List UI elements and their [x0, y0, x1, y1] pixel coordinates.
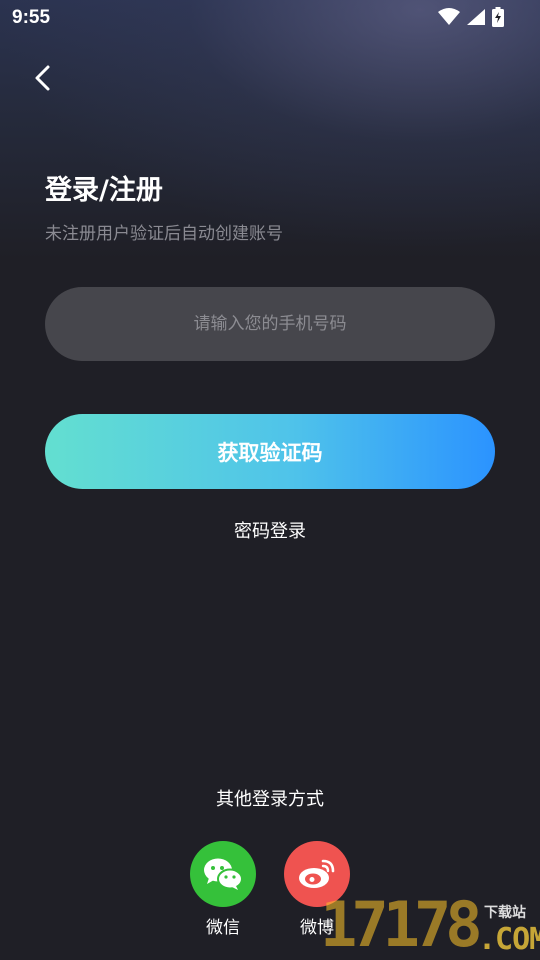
watermark-small-text: 下载站 — [484, 905, 526, 921]
get-code-button[interactable]: 获取验证码 — [45, 414, 495, 489]
page-subtitle: 未注册用户验证后自动创建账号 — [45, 224, 283, 244]
wifi-icon — [438, 8, 460, 30]
battery-icon — [492, 7, 504, 31]
watermark-logo: 17178 下载站 .COM — [318, 892, 540, 960]
wechat-label: 微信 — [206, 918, 240, 938]
watermark-suffix: .COM — [478, 922, 540, 957]
weibo-icon — [299, 859, 335, 888]
phone-input-container — [45, 287, 495, 361]
status-icons — [438, 7, 504, 31]
wechat-login-button[interactable] — [190, 841, 256, 907]
chevron-left-icon — [35, 65, 50, 91]
phone-input[interactable] — [45, 287, 495, 361]
back-button[interactable] — [26, 60, 62, 96]
password-login-link[interactable]: 密码登录 — [0, 517, 540, 543]
page-title: 登录/注册 — [45, 175, 163, 206]
status-time: 9:55 — [12, 7, 51, 28]
other-login-label: 其他登录方式 — [216, 789, 324, 810]
watermark-digits: 17178 — [320, 888, 483, 960]
signal-icon — [466, 8, 486, 30]
wechat-icon — [204, 858, 243, 890]
